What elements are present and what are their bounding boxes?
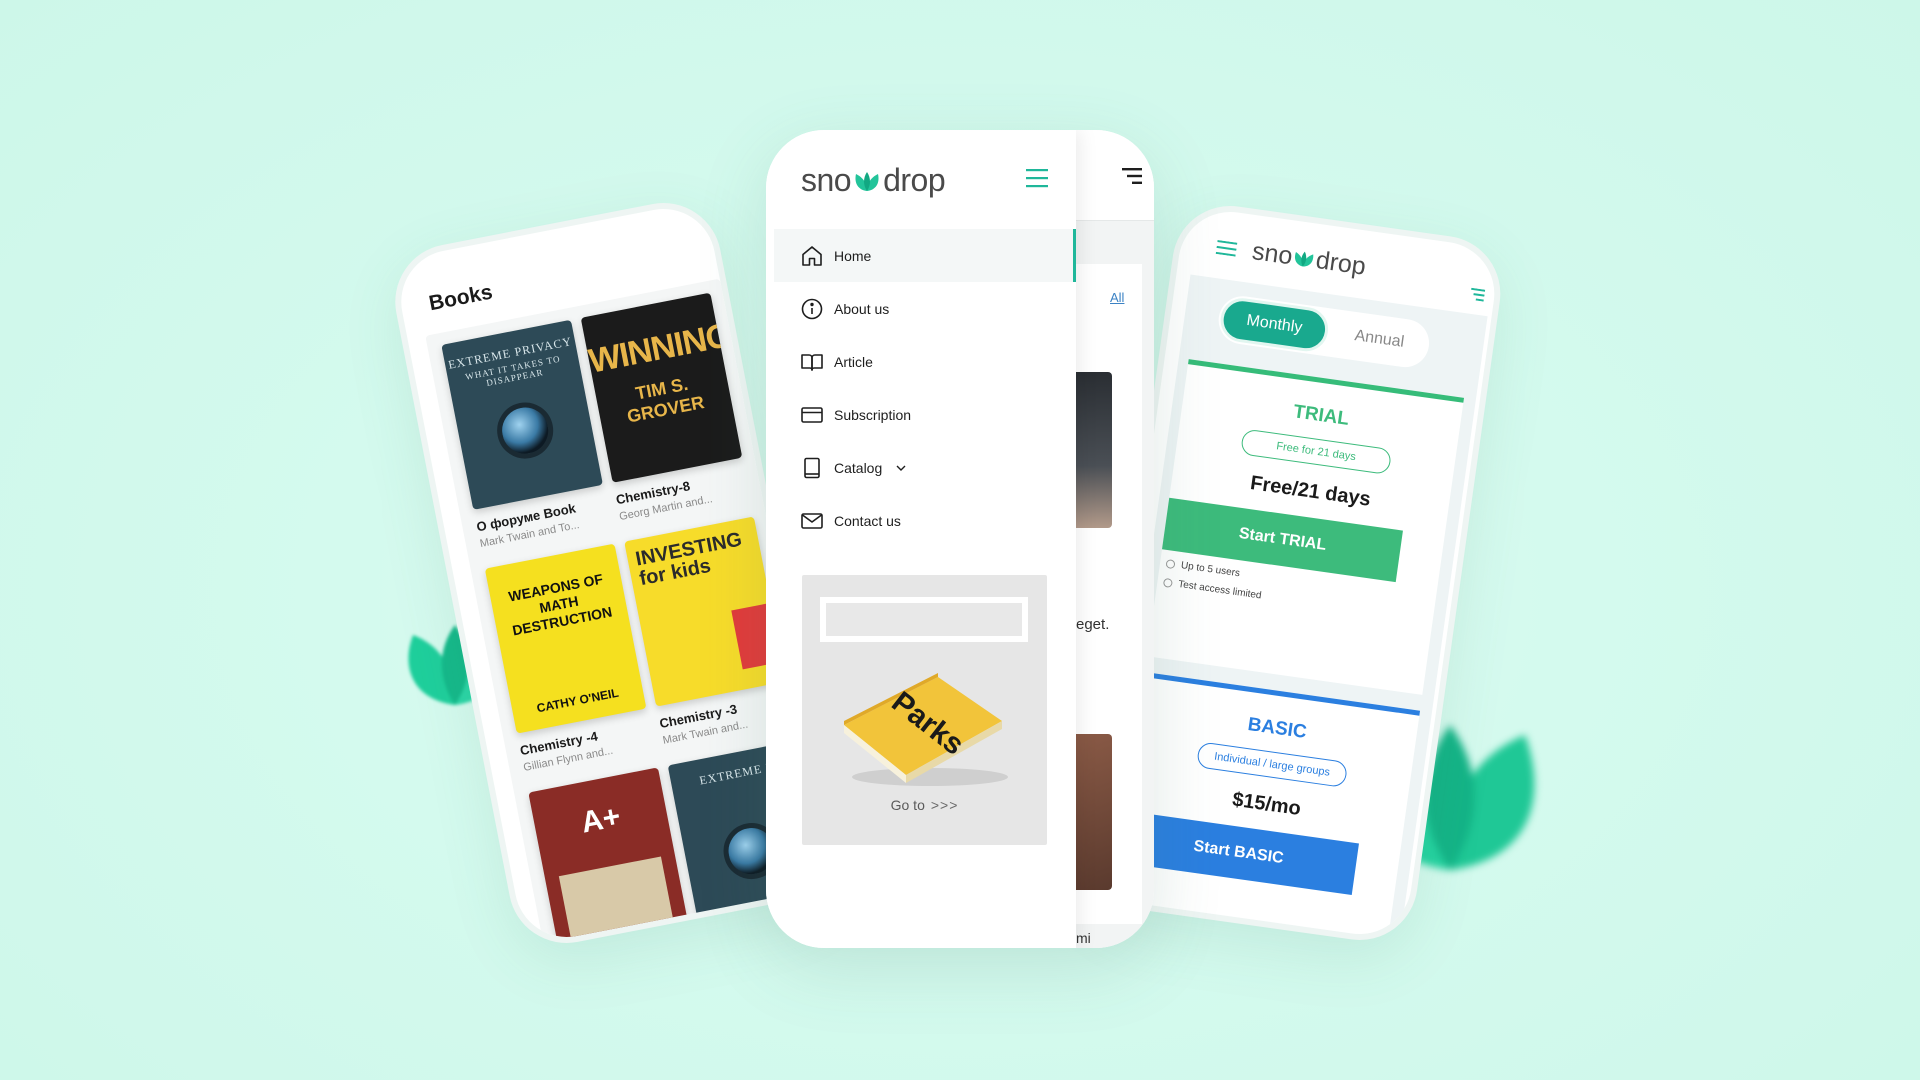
promo-card: Parks Go to >>>: [802, 575, 1047, 845]
plan-name: BASIC: [1246, 714, 1308, 744]
cover-title: WINNING: [585, 315, 735, 381]
background-page: All eget. mi: [1076, 130, 1154, 948]
logo[interactable]: sno drop: [1250, 237, 1367, 282]
cover-title: INVESTING for kids: [633, 528, 744, 591]
plan-tag: Free for 21 days: [1240, 428, 1393, 476]
logo-text-suffix: drop: [1314, 246, 1368, 281]
background-card: All eget.: [1076, 264, 1142, 924]
feature-text: Up to 5 users: [1180, 560, 1241, 580]
logo-leaf-icon: [855, 171, 879, 191]
logo-text-prefix: sno: [801, 162, 852, 198]
tablet-icon: [804, 457, 820, 478]
logo-text-suffix: drop: [883, 162, 946, 198]
home-icon: [802, 245, 822, 266]
feature-text: Test access limited: [1177, 578, 1263, 602]
menu-lines-icon[interactable]: [1468, 287, 1486, 302]
nav-item-catalog[interactable]: Catalog: [774, 441, 1076, 494]
globe-icon: [492, 397, 558, 464]
nav-item-label: Subscription: [834, 406, 912, 423]
side-menu: sno drop Home About us Article Subscript…: [766, 130, 1076, 948]
book-cover: EXTREME PRIVACY WHAT IT TAKES TO DISAPPE…: [441, 319, 603, 510]
nav-item-article[interactable]: Article: [774, 335, 1076, 388]
cover-title: A+: [578, 799, 624, 840]
plan-card-basic: BASIC Individual / large groups $15/mo S…: [1107, 672, 1421, 948]
nav-menu: Home About us Article Subscription Catal…: [774, 229, 1076, 547]
book-cover: WINNING TIM S. GROVER: [580, 292, 743, 483]
nav-item-subscription[interactable]: Subscription: [774, 388, 1076, 441]
background-header: [1076, 130, 1154, 220]
billing-toggle[interactable]: Monthly Annual: [1215, 293, 1433, 371]
book-card[interactable]: WINNING TIM S. GROVER Chemistry-8 Georg …: [580, 292, 750, 523]
check-circle-icon: [1162, 577, 1173, 588]
nav-item-label: Home: [834, 247, 872, 264]
nav-item-contact[interactable]: Contact us: [774, 494, 1076, 547]
promo-placeholder: [820, 597, 1028, 642]
nav-item-label: Catalog: [834, 459, 883, 476]
background-text: eget.: [1076, 616, 1110, 633]
plan-tag: Individual / large groups: [1196, 741, 1349, 788]
chevron-down-icon[interactable]: [894, 461, 908, 475]
check-circle-icon: [1165, 559, 1176, 570]
book-card[interactable]: WEAPONS OF MATH DESTRUCTION CATHY O'NEIL…: [484, 543, 654, 774]
nav-item-label: Article: [834, 353, 873, 370]
arrows-icon: >>>: [930, 797, 959, 813]
nav-item-home[interactable]: Home: [774, 229, 1076, 282]
book-card[interactable]: EXTREME PRIVACY WHAT IT TAKES TO DISAPPE…: [441, 319, 610, 550]
plan-card-trial: TRIAL Free for 21 days Free/21 days Star…: [1146, 359, 1465, 695]
toggle-annual[interactable]: Annual: [1326, 309, 1432, 370]
promo-cta-label: Go to: [890, 797, 925, 813]
plan-name: TRIAL: [1292, 401, 1351, 430]
toggle-monthly[interactable]: Monthly: [1217, 295, 1331, 355]
info-icon: [801, 298, 823, 319]
book-cover: INVESTING for kids: [624, 516, 786, 707]
logo-text-prefix: sno: [1250, 237, 1295, 271]
nav-item-about[interactable]: About us: [774, 282, 1076, 335]
hamburger-icon[interactable]: [1024, 168, 1050, 188]
promo-go-to-link[interactable]: Go to >>>: [802, 797, 1047, 813]
see-all-link[interactable]: All: [1110, 290, 1124, 305]
book-cover: A+: [528, 767, 690, 953]
nav-item-label: Contact us: [834, 512, 901, 529]
background-text-tail: mi: [1076, 930, 1091, 946]
background-image: [1076, 372, 1112, 528]
book-card[interactable]: A+: [528, 767, 690, 953]
credit-card-icon: [801, 406, 823, 423]
book-open-icon: [801, 353, 823, 371]
cover-title: WEAPONS OF MATH DESTRUCTION: [507, 570, 614, 639]
mail-icon: [801, 512, 823, 529]
cover-illustration: [558, 856, 677, 953]
hamburger-icon[interactable]: [1215, 239, 1238, 257]
parks-book-illustration: Parks: [844, 673, 1008, 786]
books-title: Books: [427, 280, 495, 316]
background-image: [1076, 734, 1112, 890]
divider: [1076, 220, 1154, 221]
phone-menu: All eget. mi sno drop Home About us Arti…: [766, 130, 1154, 948]
book-cover: WEAPONS OF MATH DESTRUCTION CATHY O'NEIL: [484, 543, 647, 734]
menu-lines-icon[interactable]: [1120, 168, 1142, 184]
logo[interactable]: sno drop: [801, 162, 946, 199]
cover-author: CATHY O'NEIL: [535, 685, 620, 716]
logo-leaf-icon: [1295, 251, 1314, 267]
nav-item-label: About us: [834, 300, 890, 317]
